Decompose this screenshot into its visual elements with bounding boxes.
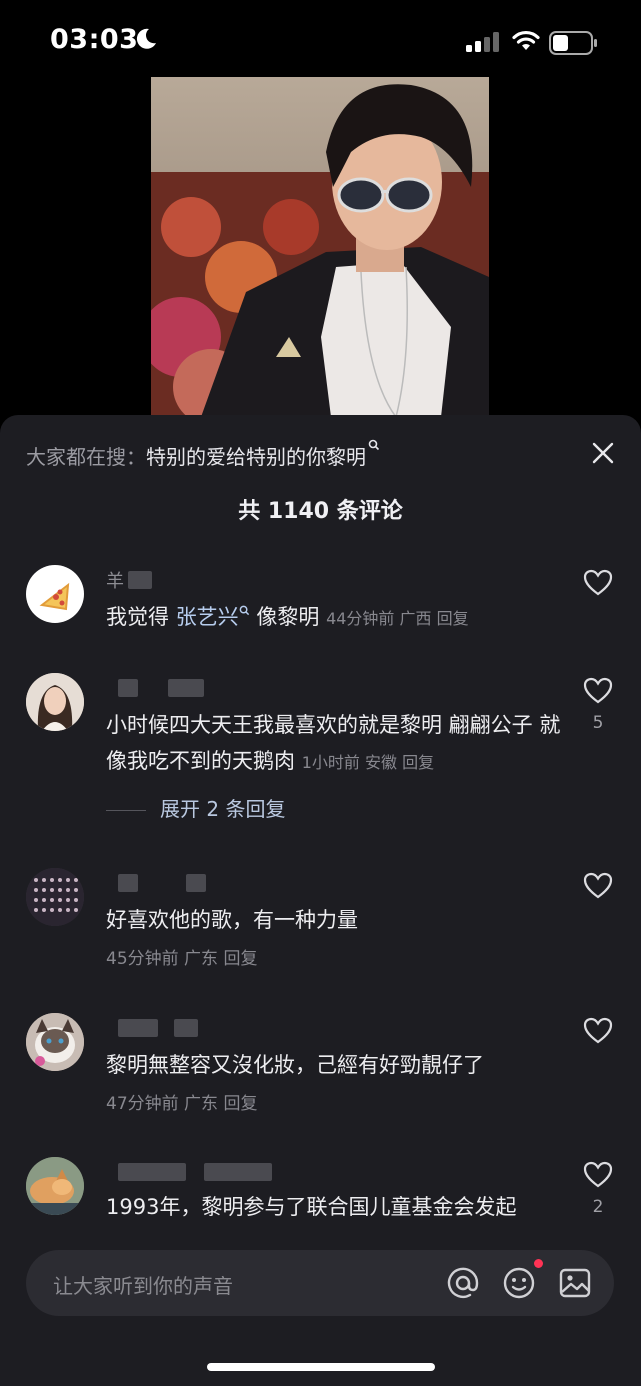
reply-button[interactable]: 回复 — [437, 609, 469, 628]
avatar[interactable] — [26, 868, 84, 926]
video-frame[interactable] — [151, 77, 489, 417]
battery-icon — [549, 31, 597, 55]
divider — [106, 810, 146, 811]
comment-username[interactable]: 羊 — [106, 567, 152, 592]
comment-text: 1993年，黎明参与了联合国儿童基金会发起 — [106, 1195, 517, 1219]
avatar[interactable] — [26, 1157, 84, 1215]
search-icon — [239, 605, 249, 616]
avatar[interactable] — [26, 565, 84, 623]
reply-button[interactable]: 回复 — [223, 949, 257, 969]
comment-meta: 47分钟前 广东 回复 — [106, 1094, 258, 1114]
comment-meta: 44分钟前 广西 回复 — [326, 609, 469, 628]
signal-icon — [466, 32, 499, 52]
comment-input-placeholder: 让大家听到你的声音 — [53, 1274, 233, 1298]
emoji-icon[interactable] — [502, 1266, 536, 1300]
comment-username[interactable] — [106, 1159, 276, 1183]
status-time: 03:03 — [50, 24, 139, 55]
like-icon[interactable] — [583, 677, 613, 705]
trending-search[interactable]: 大家都在搜：特别的爱给特别的你黎明 — [26, 439, 380, 470]
moon-icon — [136, 28, 156, 49]
like-icon[interactable] — [583, 569, 613, 597]
status-bar: 03:03 — [0, 0, 641, 80]
comment-text: 好喜欢他的歌，有一种力量 — [106, 908, 358, 932]
like-count: 5 — [592, 713, 604, 733]
comment-text: 我觉得 张艺兴 像黎明 44分钟前 广西 回复 — [106, 605, 469, 629]
comment-username[interactable] — [106, 1015, 226, 1039]
trending-search-term[interactable]: 特别的爱给特别的你黎明 — [146, 445, 366, 469]
comment-text: 小时候四大天王我最喜欢的就是黎明 翩翩公子 就像我吃不到的天鹅肉 1小时前 安徽… — [106, 713, 561, 773]
close-icon[interactable] — [591, 441, 615, 465]
comment-item[interactable]: 黎明無整容又沒化妝，己經有好勁靚仔了 47分钟前 广东 回复 — [0, 1009, 641, 1119]
trending-search-prefix: 大家都在搜： — [26, 445, 146, 469]
comment-meta: 45分钟前 广东 回复 — [106, 949, 258, 969]
comment-count-title: 共 1140 条评论 — [238, 499, 403, 524]
comment-username[interactable] — [106, 870, 246, 894]
avatar[interactable] — [26, 673, 84, 731]
comment-text: 黎明無整容又沒化妝，己經有好勁靚仔了 — [106, 1053, 484, 1077]
notification-dot — [534, 1259, 543, 1268]
comment-meta: 1小时前 安徽 回复 — [301, 753, 435, 772]
like-icon[interactable] — [583, 872, 613, 900]
reply-button[interactable]: 回复 — [223, 1094, 257, 1114]
comment-input[interactable]: 让大家听到你的声音 — [26, 1250, 614, 1316]
like-icon[interactable] — [583, 1017, 613, 1045]
comment-item[interactable]: 小时候四大天王我最喜欢的就是黎明 翩翩公子 就像我吃不到的天鹅肉 1小时前 安徽… — [0, 669, 641, 839]
wifi-icon — [512, 30, 540, 50]
comment-item[interactable]: 好喜欢他的歌，有一种力量 45分钟前 广东 回复 — [0, 864, 641, 974]
comment-username[interactable] — [106, 675, 226, 699]
home-indicator[interactable] — [207, 1363, 435, 1371]
search-icon — [368, 439, 380, 451]
mention-icon[interactable] — [446, 1266, 480, 1300]
avatar[interactable] — [26, 1013, 84, 1071]
image-icon[interactable] — [558, 1266, 592, 1300]
expand-replies-button[interactable]: 展开 2 条回复 — [106, 793, 285, 822]
comment-item[interactable]: 羊 我觉得 张艺兴 像黎明 44分钟前 广西 回复 — [0, 561, 641, 641]
comment-item[interactable]: 1993年，黎明参与了联合国儿童基金会发起 2 — [0, 1153, 641, 1253]
mention-link[interactable]: 张艺兴 — [176, 605, 239, 629]
like-icon[interactable] — [583, 1161, 613, 1189]
like-count: 2 — [592, 1197, 604, 1217]
comments-panel: 大家都在搜：特别的爱给特别的你黎明 共 1140 条评论 羊 我觉得 张艺兴 像… — [0, 415, 641, 1386]
reply-button[interactable]: 回复 — [402, 753, 434, 772]
